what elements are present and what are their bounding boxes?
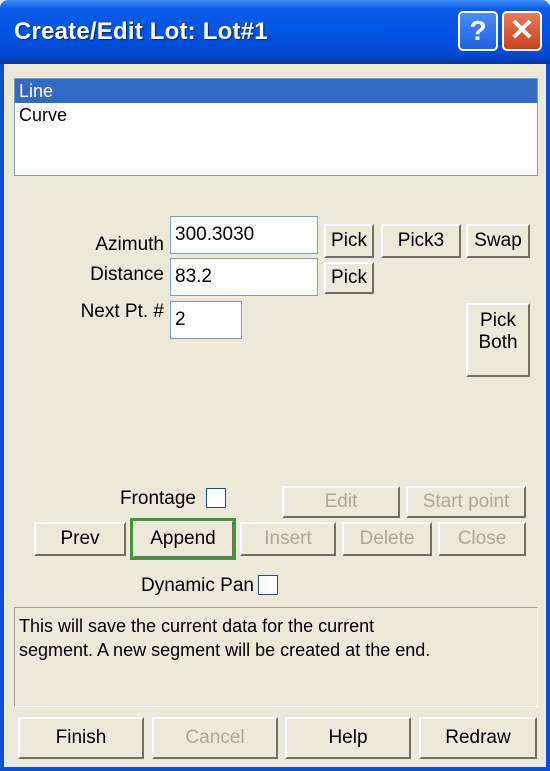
dynamic-pan-label: Dynamic Pan	[141, 575, 254, 596]
distance-label: Distance	[90, 264, 164, 285]
append-button[interactable]: Append	[130, 518, 236, 560]
create-edit-lot-dialog: Create/Edit Lot: Lot#1 ? ✕ Line Curve Az…	[0, 0, 550, 771]
description-line-2: segment. A new segment will be created a…	[19, 640, 431, 660]
help-button[interactable]: Help	[285, 717, 411, 759]
next-point-label: Next Pt. #	[80, 301, 164, 322]
frontage-checkbox[interactable]	[206, 488, 226, 508]
azimuth-label: Azimuth	[95, 234, 164, 255]
window-frame-left	[0, 64, 4, 771]
delete-button[interactable]: Delete	[342, 522, 432, 556]
redraw-button[interactable]: Redraw	[419, 717, 537, 759]
edit-button[interactable]: Edit	[282, 486, 400, 518]
next-point-field[interactable]: 2	[170, 301, 242, 339]
help-icon[interactable]: ?	[458, 11, 498, 51]
frontage-label: Frontage	[119, 488, 196, 509]
description-panel: This will save the current data for the …	[14, 607, 538, 707]
insert-button[interactable]: Insert	[240, 522, 336, 556]
pick-both-label-1: Pick	[480, 310, 516, 331]
description-line-1: This will save the current data for the …	[19, 616, 375, 636]
finish-button[interactable]: Finish	[18, 717, 144, 759]
window-title: Create/Edit Lot: Lot#1	[14, 18, 268, 45]
azimuth-field[interactable]: 300.3030	[170, 216, 318, 254]
prev-button[interactable]: Prev	[34, 522, 126, 556]
window-frame-bottom	[0, 767, 550, 771]
distance-field[interactable]: 83.2	[170, 258, 318, 296]
list-item-curve[interactable]: Curve	[15, 103, 537, 127]
list-item-line[interactable]: Line	[15, 79, 537, 103]
window-frame-right	[546, 64, 550, 771]
pick-both-label-2: Both	[478, 332, 518, 353]
swap-button[interactable]: Swap	[466, 224, 530, 258]
pick-both-button[interactable]: Pick Both	[466, 303, 530, 377]
pick3-button[interactable]: Pick3	[381, 224, 461, 258]
close-button[interactable]: Close	[438, 522, 526, 556]
cancel-button[interactable]: Cancel	[152, 717, 278, 759]
close-icon[interactable]: ✕	[502, 11, 542, 51]
segment-type-list[interactable]: Line Curve	[14, 78, 538, 176]
pick-distance-button[interactable]: Pick	[324, 262, 374, 294]
dynamic-pan-checkbox[interactable]	[258, 575, 278, 595]
pick-azimuth-button[interactable]: Pick	[324, 224, 374, 258]
title-bar[interactable]: Create/Edit Lot: Lot#1 ? ✕	[0, 0, 550, 64]
start-point-button[interactable]: Start point	[406, 486, 526, 518]
